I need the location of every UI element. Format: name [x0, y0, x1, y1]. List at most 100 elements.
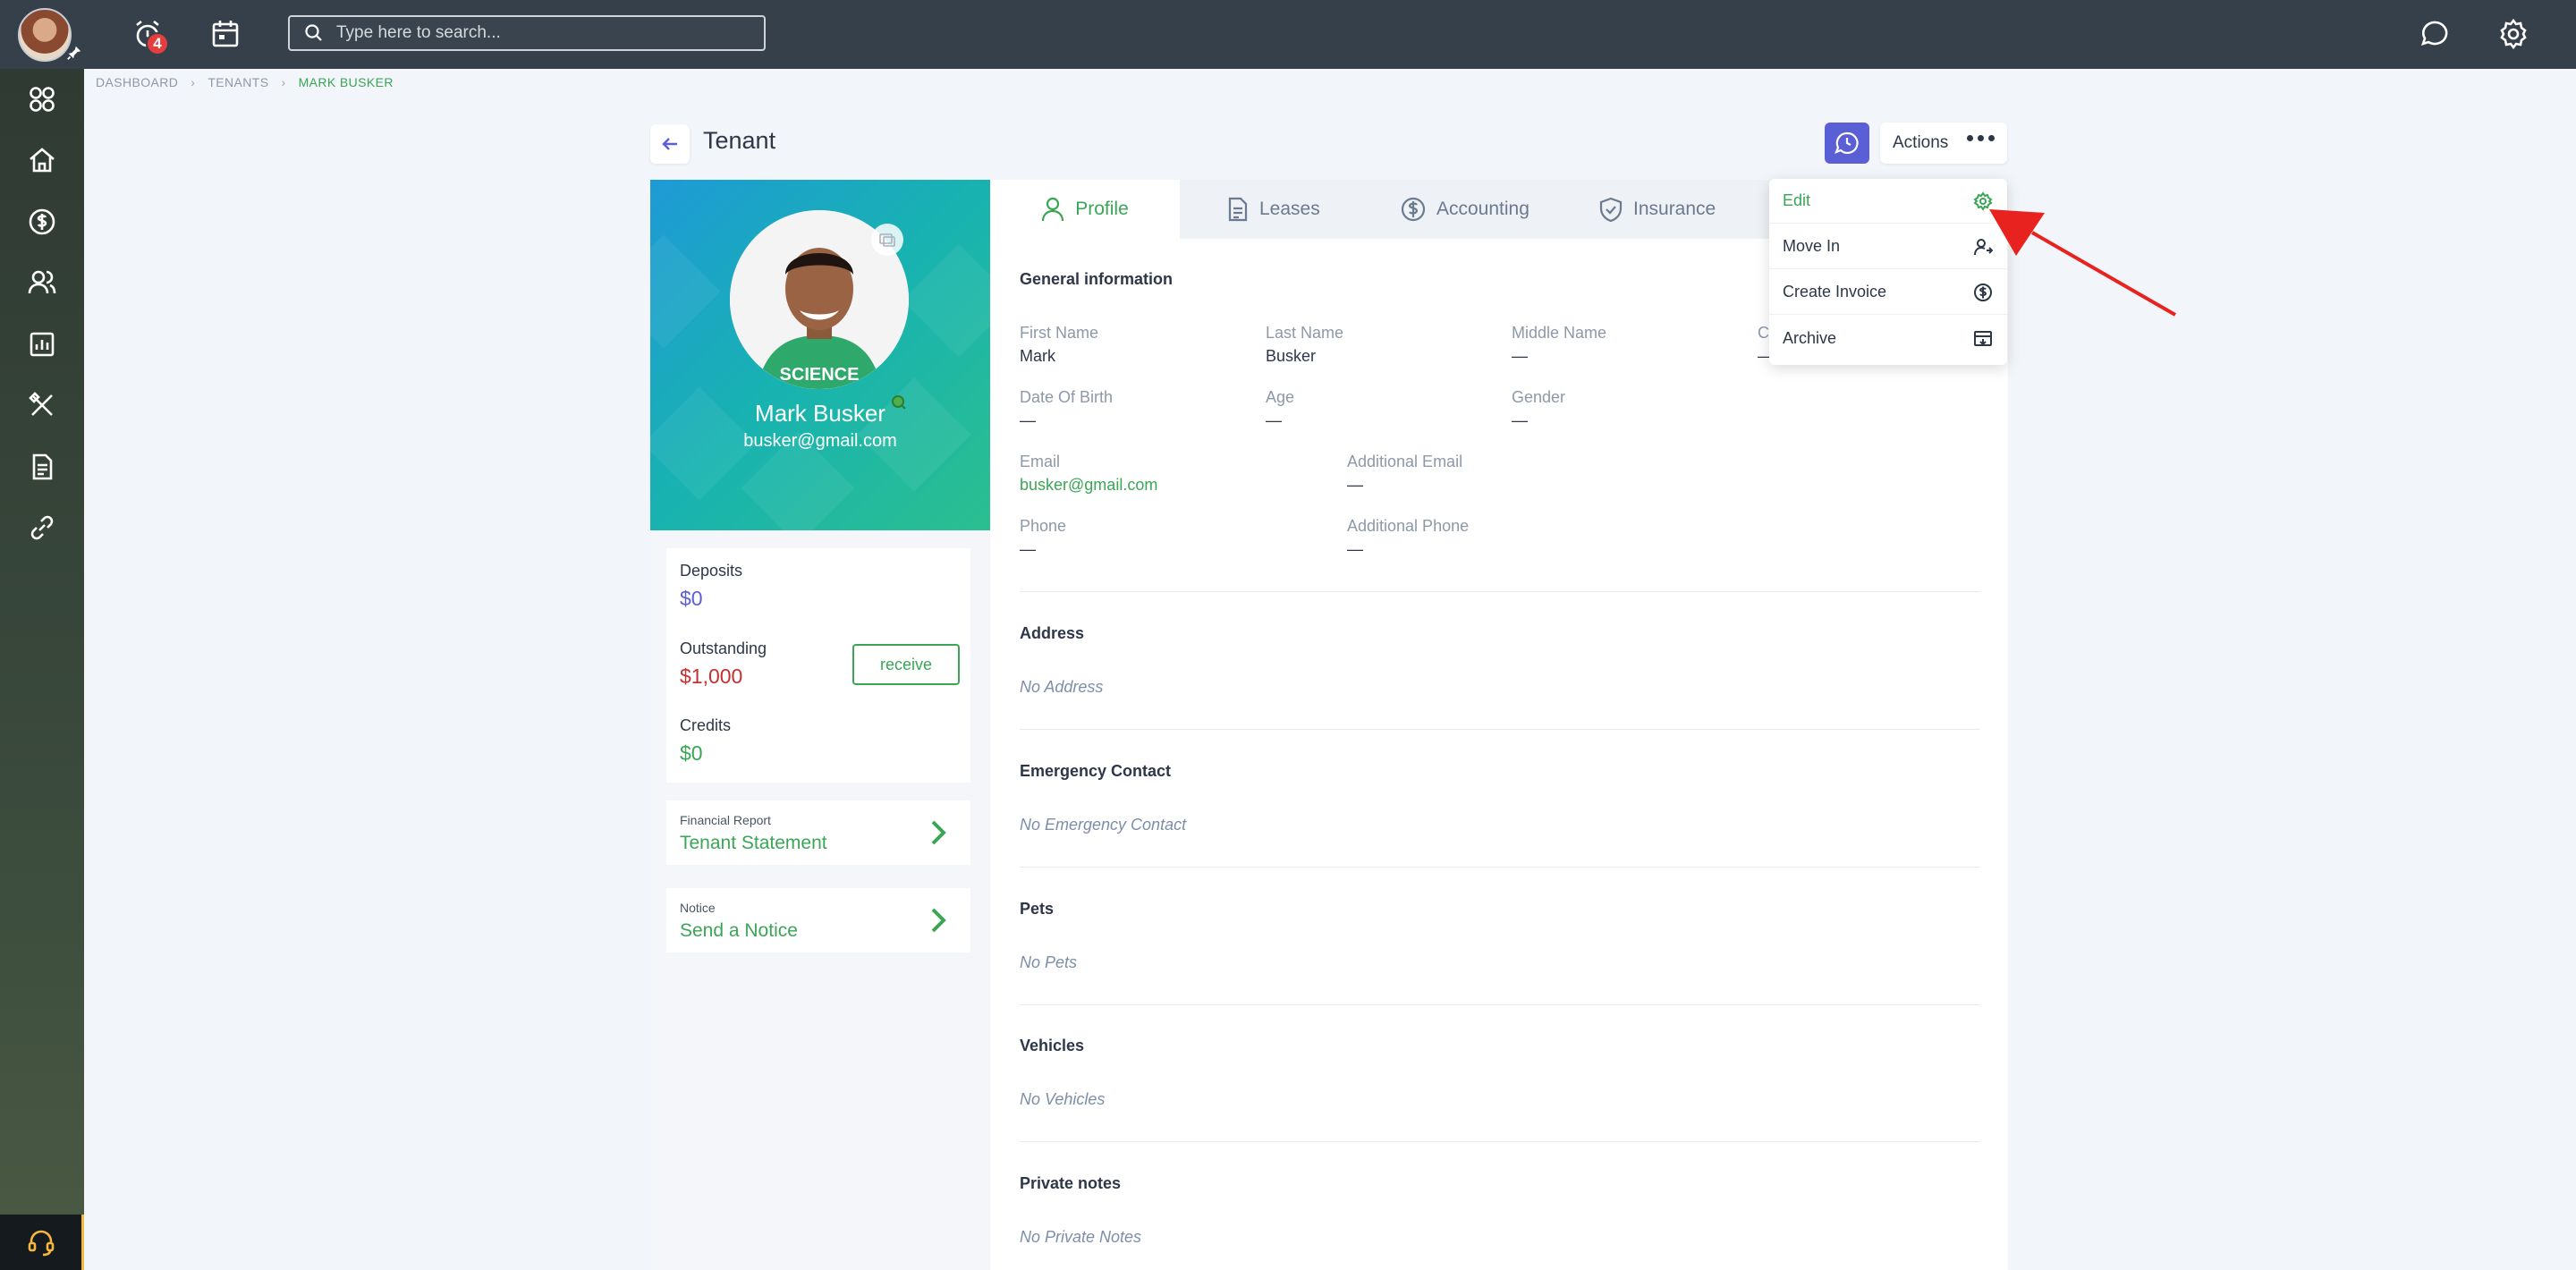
credits-value: $0: [680, 741, 703, 765]
arrow-left-icon: [662, 138, 677, 150]
tab-profile[interactable]: Profile: [990, 180, 1180, 239]
age-value: —: [1266, 411, 1282, 429]
address-empty: No Address: [1020, 678, 1104, 696]
link-title: Send a Notice: [680, 920, 798, 941]
first-name-label: First Name: [1020, 324, 1099, 342]
sidebar: [0, 69, 84, 1270]
change-photo-button[interactable]: [871, 224, 903, 256]
link-caption: Financial Report: [680, 813, 771, 827]
divider: [1020, 591, 1980, 592]
user-avatar[interactable]: [18, 8, 72, 62]
tab-label: Leases: [1259, 199, 1320, 219]
chevron-right-icon: ›: [281, 75, 286, 89]
tab-label: Accounting: [1436, 199, 1530, 219]
calendar-icon[interactable]: [208, 16, 243, 52]
breadcrumb: DASHBOARD › TENANTS › MARK BUSKER: [96, 73, 394, 91]
divider: [1020, 1141, 1980, 1142]
bar-chart-icon: [30, 332, 55, 357]
sidebar-item-people[interactable]: [0, 252, 84, 313]
deposits-label: Deposits: [680, 562, 743, 580]
gender-value: —: [1512, 411, 1528, 429]
actions-dropdown: Edit Move In Create Invoice Archive: [1769, 179, 2007, 365]
menu-item-archive[interactable]: Archive: [1769, 316, 2007, 360]
additional-email-label: Additional Email: [1347, 453, 1463, 470]
last-name-value: Busker: [1266, 347, 1317, 365]
search-bar[interactable]: [288, 15, 766, 51]
middle-name-value: —: [1512, 347, 1528, 365]
sidebar-item-reports[interactable]: [0, 314, 84, 375]
emergency-contact-title: Emergency Contact: [1020, 762, 1172, 780]
sidebar-item-documents[interactable]: [0, 436, 84, 497]
tab-accounting[interactable]: Accounting: [1401, 180, 1530, 239]
document-icon: [1228, 197, 1248, 222]
age-label: Age: [1266, 388, 1295, 406]
tab-label: Profile: [1075, 199, 1129, 219]
pets-title: Pets: [1020, 900, 1055, 918]
tab-insurance[interactable]: Insurance: [1599, 180, 1716, 239]
breadcrumb-dashboard[interactable]: DASHBOARD: [96, 75, 178, 89]
back-button[interactable]: [650, 124, 690, 164]
link-caption: Notice: [680, 901, 716, 915]
sidebar-item-accounting[interactable]: [0, 191, 84, 252]
annotation-arrow-icon: [1989, 209, 2176, 317]
tenant-name: Mark Busker: [755, 400, 886, 427]
menu-item-create-invoice[interactable]: Create Invoice: [1769, 270, 2007, 315]
link-icon: [30, 515, 54, 540]
company-label: C: [1758, 324, 1769, 342]
middle-name-label: Middle Name: [1512, 324, 1607, 342]
deposits-value: $0: [680, 587, 703, 610]
divider: [1020, 1004, 1980, 1005]
email-label: Email: [1020, 453, 1061, 470]
dollar-circle-icon: [29, 208, 55, 235]
home-icon: [30, 148, 55, 173]
support-button[interactable]: [0, 1215, 84, 1270]
dollar-circle-icon: [1401, 197, 1426, 222]
send-notice-link[interactable]: Notice Send a Notice: [666, 888, 970, 952]
menu-item-label: Edit: [1783, 191, 1811, 209]
actions-button[interactable]: Actions: [1880, 123, 2007, 164]
more-dots-icon[interactable]: [1967, 135, 1995, 141]
dob-value: —: [1020, 411, 1036, 429]
search-input[interactable]: [336, 23, 748, 43]
sidebar-item-apps[interactable]: [0, 69, 84, 130]
first-name-value: Mark: [1020, 347, 1055, 365]
sidebar-item-links[interactable]: [0, 497, 84, 558]
tab-leases[interactable]: Leases: [1227, 180, 1320, 239]
notification-badge: 4: [146, 32, 169, 55]
private-notes-empty: No Private Notes: [1020, 1228, 1142, 1246]
menu-item-move-in[interactable]: Move In: [1769, 224, 2007, 269]
chat-bubble-icon[interactable]: [2418, 16, 2453, 52]
chat-clock-icon: [1835, 131, 1859, 155]
menu-item-label: Create Invoice: [1783, 283, 1887, 301]
emergency-contact-empty: No Emergency Contact: [1020, 816, 1187, 834]
vehicles-title: Vehicles: [1020, 1037, 1085, 1054]
actions-label: Actions: [1893, 133, 1949, 152]
sidebar-item-home[interactable]: [0, 130, 84, 190]
chevron-right-icon: [931, 908, 946, 933]
user-icon: [1042, 197, 1064, 222]
search-icon: [305, 24, 322, 41]
dob-label: Date Of Birth: [1020, 388, 1114, 406]
receive-button[interactable]: receive: [852, 644, 960, 685]
outstanding-label: Outstanding: [680, 639, 767, 657]
headset-icon: [28, 1230, 54, 1257]
breadcrumb-tenants[interactable]: TENANTS: [208, 75, 268, 89]
tenant-statement-link[interactable]: Financial Report Tenant Statement: [666, 800, 970, 865]
sidebar-item-maintenance[interactable]: [0, 375, 84, 436]
menu-item-edit[interactable]: Edit: [1769, 179, 2007, 224]
chevron-right-icon: ›: [191, 75, 196, 89]
email-value[interactable]: busker@gmail.com: [1020, 476, 1157, 495]
menu-item-label: Move In: [1783, 237, 1841, 255]
breadcrumb-current: MARK BUSKER: [298, 75, 394, 89]
gear-icon[interactable]: [2496, 16, 2531, 52]
last-name-label: Last Name: [1266, 324, 1344, 342]
pets-empty: No Pets: [1020, 953, 1078, 971]
additional-email-value: —: [1347, 476, 1363, 494]
link-title: Tenant Statement: [680, 833, 827, 853]
phone-value: —: [1020, 540, 1036, 558]
credits-label: Credits: [680, 716, 732, 734]
document-icon: [32, 453, 53, 480]
chat-history-button[interactable]: [1825, 123, 1869, 164]
phone-label: Phone: [1020, 517, 1067, 535]
additional-phone-value: —: [1347, 540, 1363, 558]
